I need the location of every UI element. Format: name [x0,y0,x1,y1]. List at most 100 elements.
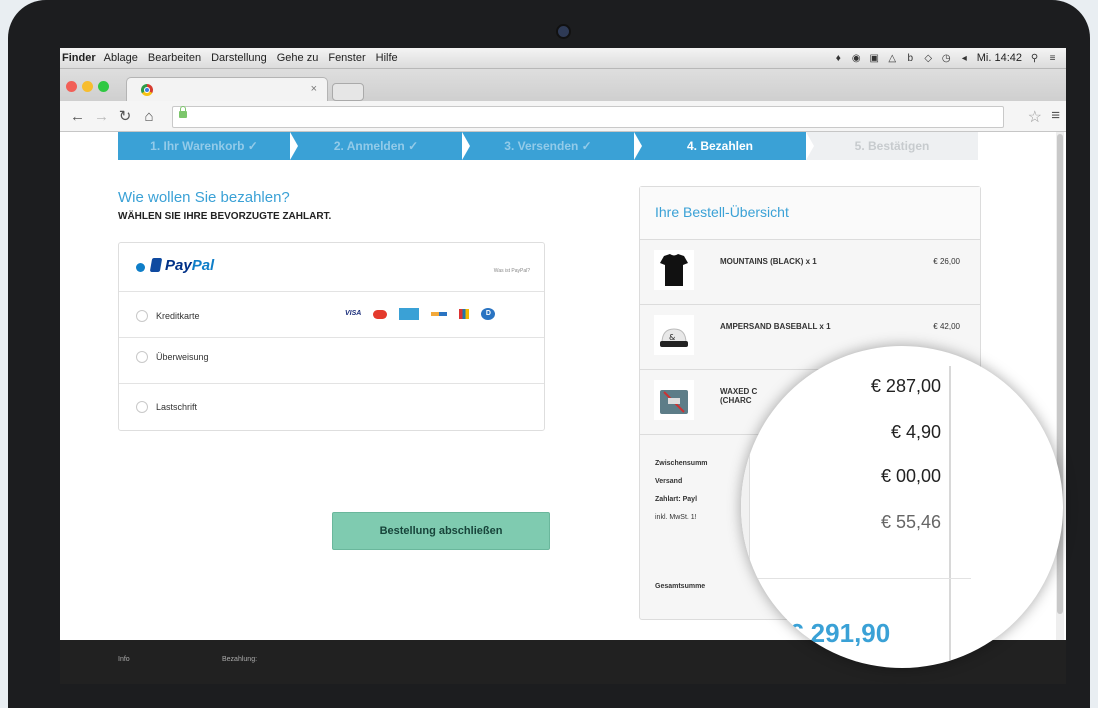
debit-label: Lastschrift [156,402,198,412]
menu-gehe-zu[interactable]: Gehe zu [277,52,319,64]
address-bar[interactable] [172,106,1004,128]
dropbox-icon[interactable]: ♦ [833,53,844,64]
menubar-app-name[interactable]: Finder [62,52,96,64]
amex-icon [399,308,420,320]
grand-total-label: Gesamtsumme [655,583,706,590]
maestro-icon [431,312,448,316]
menu-ablage[interactable]: Ablage [104,52,138,64]
step-versenden[interactable]: 3. Versenden ✓ [462,132,642,160]
screen-icon[interactable]: ▣ [869,53,880,64]
magnifier-separator [751,578,971,579]
b-icon[interactable]: b [905,53,916,64]
eye-icon[interactable]: ◉ [851,53,862,64]
step-warenkorb[interactable]: 1. Ihr Warenkorb ✓ [118,132,298,160]
zoom-window-button[interactable] [98,81,109,92]
reload-icon[interactable]: ↻ [118,107,132,125]
page-scrollbar[interactable] [1056,132,1064,652]
debit-radio[interactable] [136,401,148,413]
grand-total-value: € 291,90 [789,618,891,648]
card-logos: VISA D [345,308,496,320]
menubar-status: ♦ ◉ ▣ △ b ◇ ◷ ◂ Mi. 14:42 ⚲ ≡ [833,52,1066,64]
transfer-radio[interactable] [136,351,148,363]
step-label: 3. Versenden ✓ [504,139,592,153]
transfer-option[interactable]: Überweisung [119,337,544,384]
svg-text:&: & [669,333,675,342]
shipping-value: € 4,90 [890,422,941,442]
item-price: € 42,00 [933,322,960,331]
complete-order-button[interactable]: Bestellung abschließen [332,512,550,550]
browser-tab[interactable]: × [126,77,328,102]
menu-hilfe[interactable]: Hilfe [376,52,398,64]
window-controls [66,81,109,92]
menu-darstellung[interactable]: Darstellung [211,52,267,64]
creditcard-radio[interactable] [136,310,148,322]
payment-method-label: Zahlart: Payl [655,496,698,503]
footer-info[interactable]: Info [118,656,130,663]
menubar-clock[interactable]: Mi. 14:42 [977,52,1022,64]
mastercard-icon [373,309,388,319]
vat-label: inkl. MwSt. 1! [655,514,697,521]
step-chevron-icon [290,132,298,160]
browser-menu-icon[interactable]: ≡ [1051,107,1060,124]
notification-icon[interactable]: ≡ [1047,53,1058,64]
home-icon[interactable]: ⌂ [142,108,156,125]
close-window-button[interactable] [66,81,77,92]
paypal-logo: PayPal [149,257,215,274]
subtotal-value: € 287,00 [870,376,941,396]
browser-tabbar: × [60,69,1066,102]
volume-icon[interactable]: ◂ [959,53,970,64]
cap-thumbnail: & [654,315,694,355]
diners-icon: D [481,308,496,320]
footer-payment: Bezahlung: [222,656,258,663]
checkout-steps: 1. Ihr Warenkorb ✓ 2. Anmelden ✓ 3. Vers… [118,132,978,160]
minimize-window-button[interactable] [82,81,93,92]
what-is-paypal-link[interactable]: Was ist PayPal? [494,268,530,274]
magnifier-divider [949,366,951,668]
lock-icon [179,106,187,118]
paypal-p-icon [149,258,163,272]
subtotal-label: Zwischensumm [655,460,708,467]
chrome-favicon-icon [141,84,153,96]
magnifier-column-edge [741,346,750,668]
step-chevron-icon [806,132,814,160]
step-label: 2. Anmelden ✓ [333,139,419,153]
new-tab-button[interactable] [332,83,364,101]
paypal-option[interactable]: PayPal Was ist PayPal? [119,243,544,291]
shipping-label: Versand [655,478,683,485]
bookmark-star-icon[interactable]: ☆ [1028,107,1042,127]
paypal-radio-selected[interactable] [136,263,145,272]
paypal-logo-pal: Pal [191,257,215,274]
item-name-line1: WAXED C [720,387,758,396]
visa-icon: VISA [345,310,362,317]
tshirt-thumbnail [654,250,694,290]
browser-toolbar: ← → ↻ ⌂ ☆ ≡ [60,101,1066,132]
forward-arrow-icon[interactable]: → [94,108,109,125]
step-anmelden[interactable]: 2. Anmelden ✓ [290,132,470,160]
spotlight-icon[interactable]: ⚲ [1029,53,1040,64]
menu-fenster[interactable]: Fenster [328,52,365,64]
payment-subtitle: WÄHLEN SIE IHRE BEVORZUGTE ZAHLART. [118,211,332,222]
clock-icon[interactable]: ◷ [941,53,952,64]
payment-options: PayPal Was ist PayPal? Kreditkarte VISA … [118,242,545,431]
item-name: AMPERSAND BASEBALL x 1 [720,322,831,331]
creditcard-label: Kreditkarte [156,311,200,321]
cb-icon [459,309,470,319]
drive-icon[interactable]: △ [887,53,898,64]
summary-header: Ihre Bestell-Übersicht [640,187,980,240]
menu-bearbeiten[interactable]: Bearbeiten [148,52,201,64]
step-chevron-icon [462,132,470,160]
item-name: MOUNTAINS (BLACK) x 1 [720,257,817,266]
transfer-label: Überweisung [156,352,209,362]
step-label: 1. Ihr Warenkorb ✓ [150,139,258,153]
bag-thumbnail [654,380,694,420]
step-bezahlen[interactable]: 4. Bezahlen [634,132,814,160]
summary-item: MOUNTAINS (BLACK) x 1 € 26,00 [640,240,980,305]
wifi-icon[interactable]: ◇ [923,53,934,64]
debit-option[interactable]: Lastschrift [119,383,544,431]
creditcard-option[interactable]: Kreditkarte VISA D [119,291,544,338]
vat-value: € 55,46 [880,512,941,532]
back-arrow-icon[interactable]: ← [70,108,85,125]
step-label: 4. Bezahlen [686,139,754,153]
step-chevron-icon [634,132,642,160]
tab-close-icon[interactable]: × [311,83,317,95]
